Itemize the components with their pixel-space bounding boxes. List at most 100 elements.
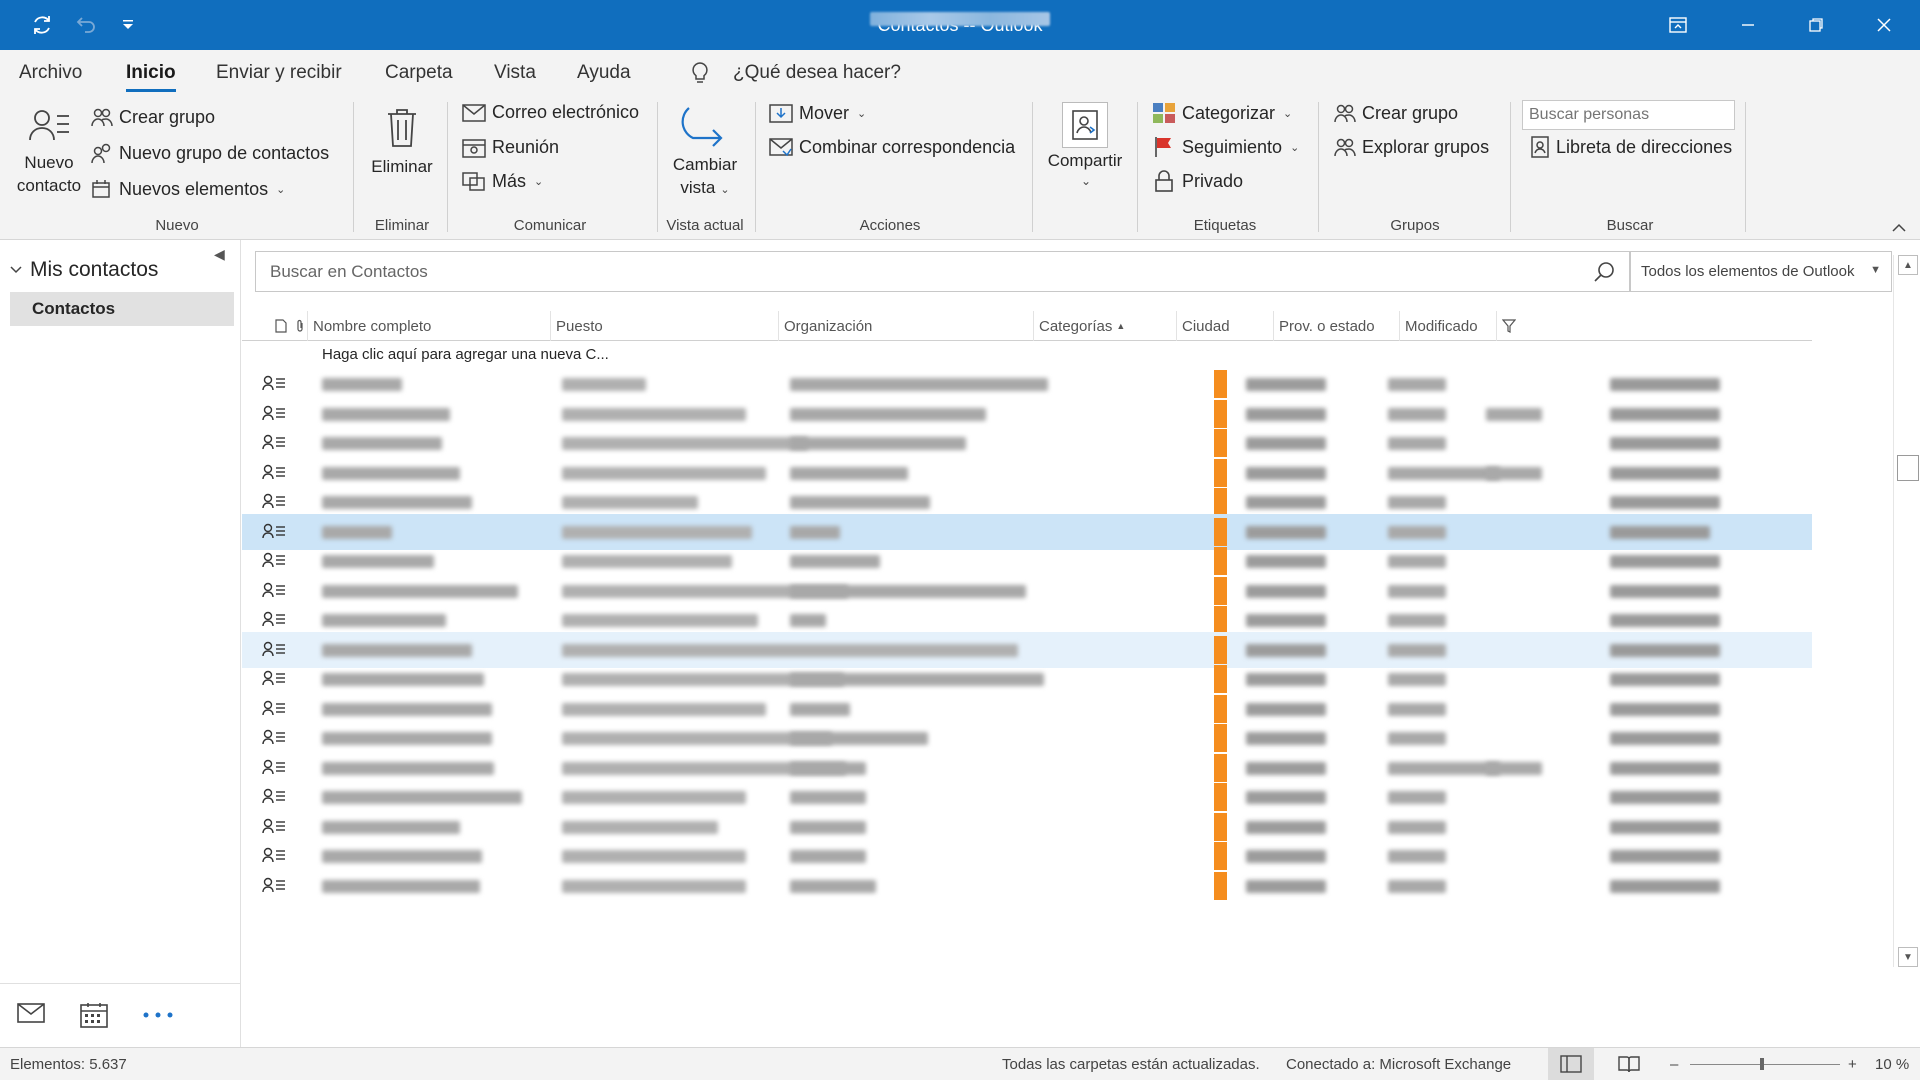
mail-icon[interactable] xyxy=(17,1002,45,1029)
category-color-bar xyxy=(1214,370,1227,398)
scroll-up-icon[interactable]: ▲ xyxy=(1898,255,1918,275)
zoom-slider-thumb[interactable] xyxy=(1760,1058,1764,1070)
follow-up-button[interactable]: Seguimiento ⌄ xyxy=(1152,136,1299,158)
dropdown-arrow-icon: ▼ xyxy=(1870,264,1881,276)
folder-pane: ◀ Mis contactos Contactos xyxy=(0,240,241,1047)
address-book-button[interactable]: Libreta de direcciones xyxy=(1530,136,1732,158)
search-contacts-input[interactable]: Buscar en Contactos xyxy=(255,251,1630,292)
group-label-nuevo: Nuevo xyxy=(155,217,199,234)
redacted-city xyxy=(1388,732,1446,745)
redacted-organization xyxy=(790,850,866,863)
mail-merge-icon xyxy=(769,136,793,158)
collapse-folder-pane-icon[interactable]: ◀ xyxy=(214,246,225,263)
redacted-job-title xyxy=(562,555,732,568)
category-color-bar xyxy=(1214,458,1227,487)
create-group-button-2[interactable]: Crear grupo xyxy=(1334,102,1458,124)
browse-groups-button[interactable]: Explorar grupos xyxy=(1334,136,1489,158)
reading-view-icon[interactable] xyxy=(1606,1048,1652,1080)
column-header-organization[interactable]: Organización xyxy=(778,311,1033,341)
move-button[interactable]: Mover ⌄ xyxy=(769,102,866,124)
calendar-icon[interactable] xyxy=(80,1002,108,1033)
my-contacts-section[interactable]: Mis contactos xyxy=(10,258,158,282)
redacted-city xyxy=(1388,466,1500,480)
tab-enviar-recibir[interactable]: Enviar y recibir xyxy=(216,62,342,84)
tab-carpeta[interactable]: Carpeta xyxy=(385,62,453,84)
vertical-scrollbar[interactable]: ▲ ▼ xyxy=(1893,255,1920,967)
redacted-job-title xyxy=(562,378,646,391)
more-button[interactable]: Más ⌄ xyxy=(462,170,543,192)
search-people-input[interactable] xyxy=(1522,100,1735,130)
scroll-down-icon[interactable]: ▼ xyxy=(1898,947,1918,967)
redacted-job-title xyxy=(562,702,766,716)
filter-icon[interactable] xyxy=(1496,311,1522,341)
zoom-slider[interactable] xyxy=(1690,1064,1840,1065)
contact-icon xyxy=(262,405,286,426)
change-view-arrow-icon xyxy=(664,104,746,153)
contact-icon xyxy=(262,493,286,514)
folder-contacts[interactable]: Contactos xyxy=(10,292,234,326)
share-button[interactable]: Compartir ⌄ xyxy=(1040,102,1130,188)
item-type-header-icon[interactable] xyxy=(270,311,292,341)
ribbon-display-options-icon[interactable] xyxy=(1650,0,1706,50)
normal-view-icon[interactable] xyxy=(1548,1048,1594,1080)
tab-vista[interactable]: Vista xyxy=(494,62,536,84)
contact-icon xyxy=(262,877,286,898)
create-group-button[interactable]: Crear grupo xyxy=(91,106,215,128)
new-contact-button[interactable]: Nuevo contacto xyxy=(14,106,84,197)
collapse-ribbon-icon[interactable] xyxy=(1892,220,1906,238)
redacted-full-name xyxy=(322,850,482,863)
redacted-modified xyxy=(1610,407,1720,421)
new-contact-group-button[interactable]: Nuevo grupo de contactos xyxy=(91,142,329,164)
redacted-category xyxy=(1246,791,1326,804)
new-items-dropdown[interactable]: Nuevos elementos ⌄ xyxy=(91,178,285,200)
category-color-bar xyxy=(1214,488,1227,516)
column-header-modified[interactable]: Modificado xyxy=(1399,311,1496,341)
minimize-icon[interactable] xyxy=(1720,0,1776,50)
tab-inicio[interactable]: Inicio xyxy=(126,62,176,92)
redacted-full-name xyxy=(322,673,484,686)
zoom-out-icon[interactable]: – xyxy=(1670,1056,1678,1073)
restore-icon[interactable] xyxy=(1788,0,1844,50)
column-header-categories[interactable]: Categorías ▲ xyxy=(1033,311,1176,341)
redacted-modified xyxy=(1610,761,1720,775)
redacted-modified xyxy=(1610,732,1720,745)
delete-button[interactable]: Eliminar xyxy=(364,106,440,179)
column-header-city[interactable]: Ciudad xyxy=(1176,311,1273,341)
redacted-organization xyxy=(790,791,866,804)
redacted-full-name xyxy=(322,555,434,568)
search-icon[interactable] xyxy=(1593,261,1615,288)
redacted-city xyxy=(1388,791,1446,804)
add-new-contact-row[interactable]: Haga clic aquí para agregar una nueva C.… xyxy=(322,346,609,363)
column-header-full-name[interactable]: Nombre completo xyxy=(307,311,550,341)
zoom-in-icon[interactable]: + xyxy=(1848,1056,1857,1073)
scroll-thumb[interactable] xyxy=(1897,455,1919,481)
close-icon[interactable] xyxy=(1856,0,1912,50)
people-group-icon xyxy=(1334,102,1356,124)
column-header-job-title[interactable]: Puesto xyxy=(550,311,778,341)
table-row[interactable] xyxy=(242,868,1812,904)
categorize-button[interactable]: Categorizar ⌄ xyxy=(1152,102,1292,124)
search-scope-dropdown[interactable]: Todos los elementos de Outlook ▼ xyxy=(1630,251,1892,292)
more-apps-icon[interactable] xyxy=(142,1006,174,1024)
category-color-bar xyxy=(1214,635,1227,664)
group-label-grupos: Grupos xyxy=(1390,217,1440,234)
mail-merge-button[interactable]: Combinar correspondencia xyxy=(769,136,1015,158)
change-view-button[interactable]: Cambiar vista ⌄ xyxy=(664,104,746,201)
undo-icon[interactable] xyxy=(64,0,108,50)
group-separator xyxy=(1745,102,1746,232)
tell-me-search[interactable]: ¿Qué desea hacer? xyxy=(733,62,901,84)
customize-toolbar-icon[interactable] xyxy=(106,0,150,50)
category-color-bar xyxy=(1214,429,1227,457)
column-header-state[interactable]: Prov. o estado xyxy=(1273,311,1399,341)
tab-archivo[interactable]: Archivo xyxy=(19,62,82,84)
tab-ayuda[interactable]: Ayuda xyxy=(577,62,631,84)
email-button[interactable]: Correo electrónico xyxy=(462,102,639,123)
meeting-button[interactable]: Reunión xyxy=(462,136,559,158)
contact-icon xyxy=(262,523,286,544)
contact-icon xyxy=(262,818,286,839)
contacts-view: Buscar en Contactos Todos los elementos … xyxy=(242,240,1920,1047)
private-button[interactable]: Privado xyxy=(1152,170,1243,192)
category-color-bar xyxy=(1214,665,1227,693)
redacted-category xyxy=(1246,820,1326,834)
send-receive-all-icon[interactable] xyxy=(20,0,64,50)
